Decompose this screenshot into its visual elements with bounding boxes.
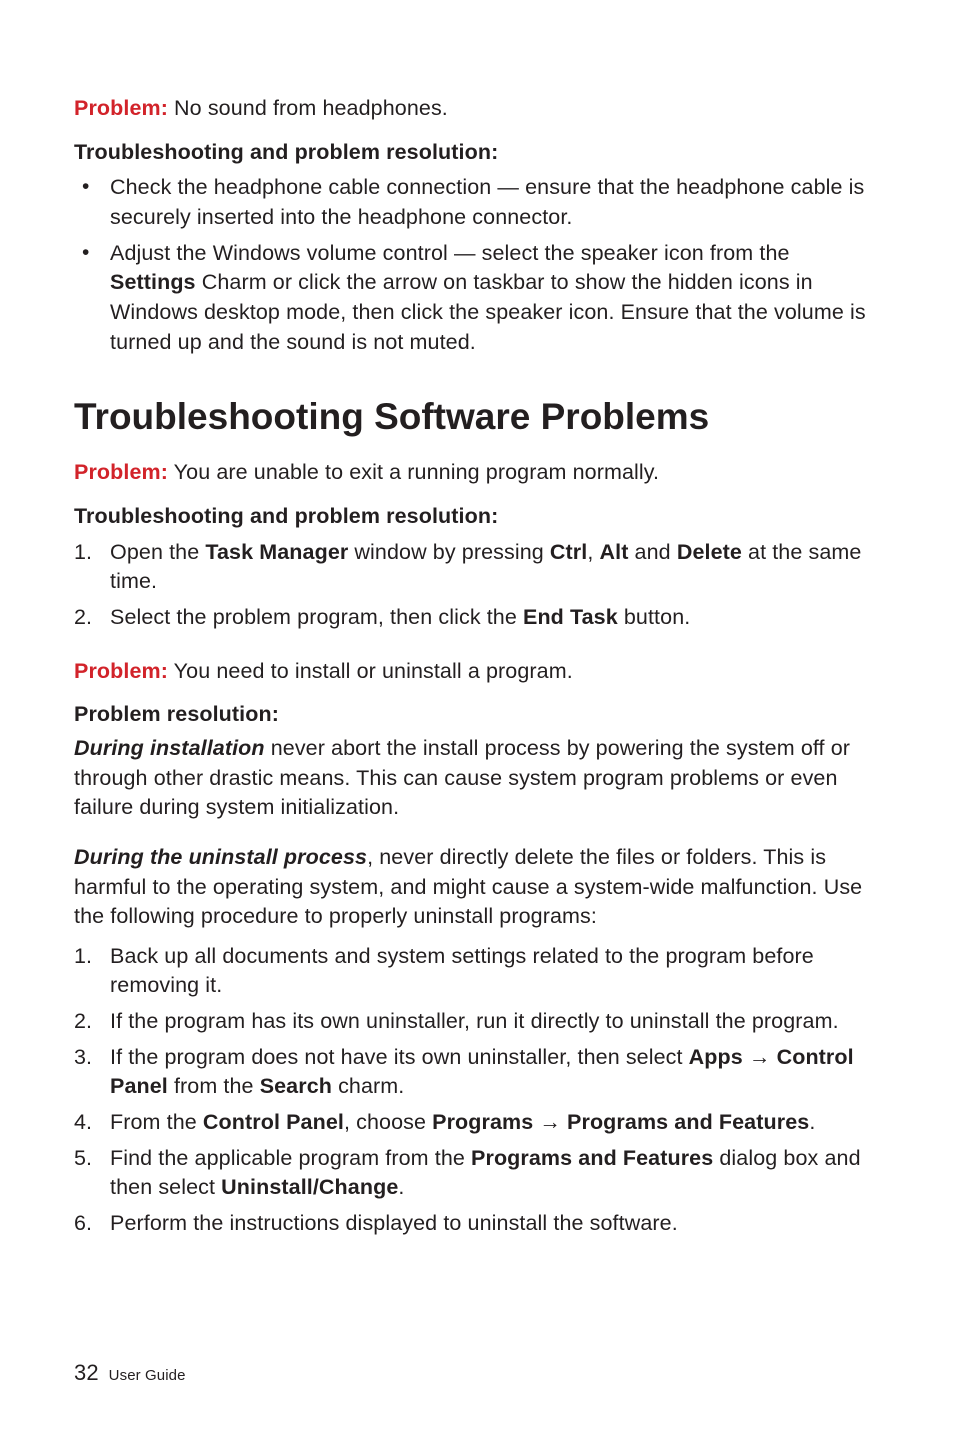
bold: Task Manager: [205, 540, 348, 564]
t: , choose: [344, 1110, 432, 1134]
t: and: [628, 540, 676, 564]
ts-heading: Troubleshooting and problem resolution:: [74, 502, 880, 532]
problem-label: Problem:: [74, 460, 168, 484]
problem-line: Problem: You need to install or uninstal…: [74, 657, 880, 687]
t: ,: [587, 540, 599, 564]
list-item: 2. Select the problem program, then clic…: [74, 603, 880, 633]
res3-list: 1. Back up all documents and system sett…: [74, 942, 880, 1239]
bold: Search: [260, 1074, 332, 1098]
page-number: 32: [74, 1360, 99, 1385]
step-number: 2.: [74, 1007, 104, 1037]
bold-settings: Settings: [110, 270, 196, 294]
t: from the: [168, 1074, 260, 1098]
list-item: Check the headphone cable connection — e…: [74, 173, 880, 232]
t: Perform the instructions displayed to un…: [110, 1211, 678, 1235]
step-number: 6.: [74, 1209, 104, 1239]
emphasis: During installation: [74, 736, 265, 760]
arrow: →: [743, 1045, 777, 1069]
bold: Delete: [677, 540, 742, 564]
list-item: Adjust the Windows volume control — sele…: [74, 239, 880, 358]
bold: Programs and Features: [567, 1110, 809, 1134]
t: Select the problem program, then click t…: [110, 605, 523, 629]
t: If the program does not have its own uni…: [110, 1045, 689, 1069]
list-item: 6. Perform the instructions displayed to…: [74, 1209, 880, 1239]
section-heading: Troubleshooting Software Problems: [74, 391, 880, 442]
t: Back up all documents and system setting…: [110, 944, 814, 998]
list-item: 1. Back up all documents and system sett…: [74, 942, 880, 1001]
bold: Uninstall/Change: [221, 1175, 398, 1199]
t: button.: [618, 605, 691, 629]
page-footer: 32 User Guide: [74, 1358, 186, 1388]
t: Find the applicable program from the: [110, 1146, 471, 1170]
bold: Apps: [689, 1045, 743, 1069]
res-heading: Problem resolution:: [74, 700, 880, 730]
step-number: 1.: [74, 942, 104, 972]
arrow: →: [533, 1110, 567, 1134]
problem-label: Problem:: [74, 659, 168, 683]
bold: Programs and Features: [471, 1146, 713, 1170]
bold: Ctrl: [550, 540, 587, 564]
t: window by pressing: [348, 540, 550, 564]
ts-heading: Troubleshooting and problem resolution:: [74, 138, 880, 168]
bold: Programs: [432, 1110, 533, 1134]
bold: Alt: [600, 540, 629, 564]
t: Open the: [110, 540, 205, 564]
t: .: [398, 1175, 404, 1199]
problem-line: Problem: You are unable to exit a runnin…: [74, 458, 880, 488]
problem-label: Problem:: [74, 96, 168, 120]
problem-text: You need to install or uninstall a progr…: [168, 659, 573, 683]
bullet-text-a: Adjust the Windows volume control — sele…: [110, 241, 790, 265]
ts1-list: Check the headphone cable connection — e…: [74, 173, 880, 357]
t: From the: [110, 1110, 203, 1134]
t: If the program has its own uninstaller, …: [110, 1009, 839, 1033]
bold: End Task: [523, 605, 618, 629]
ts2-list: 1. Open the Task Manager window by press…: [74, 538, 880, 633]
t: charm.: [332, 1074, 404, 1098]
list-item: 5. Find the applicable program from the …: [74, 1144, 880, 1203]
emphasis: During the uninstall process: [74, 845, 367, 869]
bullet-text: Check the headphone cable connection — e…: [110, 175, 864, 229]
res-paragraph: During installation never abort the inst…: [74, 734, 880, 823]
list-item: 2. If the program has its own uninstalle…: [74, 1007, 880, 1037]
res-paragraph: During the uninstall process, never dire…: [74, 843, 880, 932]
list-item: 1. Open the Task Manager window by press…: [74, 538, 880, 597]
problem-text: You are unable to exit a running program…: [168, 460, 659, 484]
step-number: 2.: [74, 603, 104, 633]
step-number: 5.: [74, 1144, 104, 1174]
problem-text: No sound from headphones.: [168, 96, 448, 120]
problem-line: Problem: No sound from headphones.: [74, 94, 880, 124]
step-number: 1.: [74, 538, 104, 568]
list-item: 4. From the Control Panel, choose Progra…: [74, 1108, 880, 1138]
footer-label: User Guide: [109, 1367, 186, 1384]
step-number: 4.: [74, 1108, 104, 1138]
bold: Control Panel: [203, 1110, 344, 1134]
t: .: [809, 1110, 815, 1134]
list-item: 3. If the program does not have its own …: [74, 1043, 880, 1102]
step-number: 3.: [74, 1043, 104, 1073]
bullet-text-b: Charm or click the arrow on taskbar to s…: [110, 270, 866, 353]
